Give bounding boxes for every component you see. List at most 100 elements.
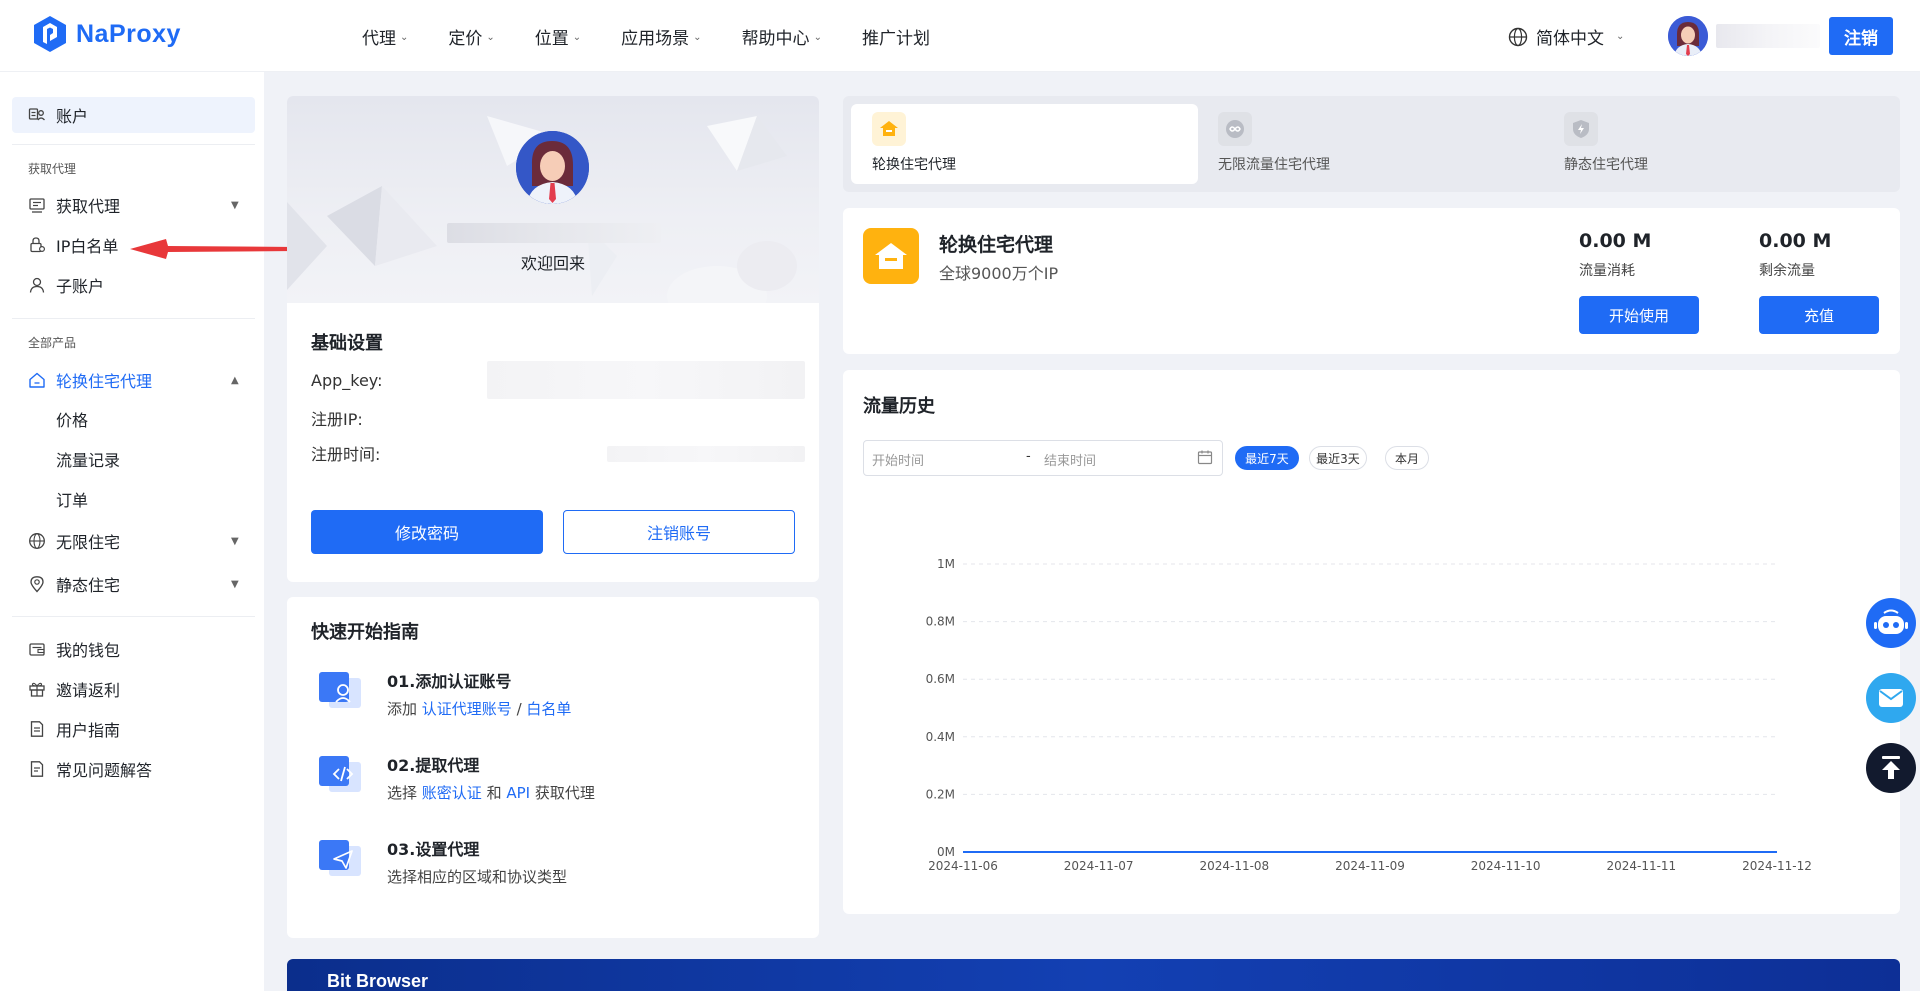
step-1-prefix: 添加 (387, 700, 422, 718)
sidebar-item-label: 轮换住宅代理 (56, 372, 153, 391)
tab-label: 静态住宅代理 (1564, 157, 1648, 173)
sidebar-subitem-traffic-records[interactable]: 流量记录 (0, 441, 264, 477)
y-tick-label: 0.8M (926, 615, 955, 629)
house-icon (863, 228, 919, 284)
register-time-value-redacted (607, 446, 805, 462)
language-selector[interactable]: 简体中文 ⌄ (1508, 24, 1624, 49)
robot-icon (1874, 609, 1908, 634)
end-date-input[interactable]: 结束时间 (1044, 450, 1096, 469)
traffic-history-title: 流量历史 (863, 396, 935, 417)
nav-proxy[interactable]: 代理 ⌄ (362, 24, 408, 49)
tab-rotating-residential[interactable]: 轮换住宅代理 (851, 104, 1198, 184)
step-2-title: 02.提取代理 (387, 756, 480, 775)
y-tick-label: 0.2M (926, 787, 955, 801)
sidebar-item-referral[interactable]: 邀请返利 (0, 671, 264, 707)
promo-banner[interactable]: Bit Browser (287, 959, 1900, 991)
step-3-desc: 选择相应的区域和协议类型 (387, 868, 568, 886)
sidebar-item-faq[interactable]: 常见问题解答 (0, 751, 264, 787)
profile-avatar[interactable] (516, 131, 589, 204)
nav-help-center[interactable]: 帮助中心 ⌄ (742, 24, 822, 49)
naproxy-logo-icon (34, 16, 66, 52)
sidebar-item-label: 用户指南 (56, 721, 121, 740)
nav-use-cases[interactable]: 应用场景 ⌄ (621, 24, 701, 49)
sidebar-section-all-products: 全部产品 (28, 336, 77, 350)
whitelist-link[interactable]: 白名单 (526, 700, 571, 718)
date-separator: - (1026, 449, 1031, 464)
password-auth-link[interactable]: 账密认证 (422, 784, 482, 802)
nav-affiliate[interactable]: 推广计划 (862, 24, 930, 49)
nav-locations-label: 位置 (534, 28, 569, 49)
filter-this-month[interactable]: 本月 (1385, 446, 1429, 470)
sidebar-item-label: 价格 (56, 411, 89, 430)
sidebar-subitem-price[interactable]: 价格 (0, 401, 264, 437)
nav-locations[interactable]: 位置 ⌄ (535, 24, 581, 49)
mail-icon (1879, 689, 1903, 707)
x-tick-label: 2024-11-07 (1064, 859, 1134, 873)
start-using-button[interactable]: 开始使用 (1579, 296, 1699, 334)
send-icon (319, 840, 361, 876)
chevron-down-icon: ⌄ (486, 31, 495, 43)
sidebar-item-static-residential[interactable]: 静态住宅 ▼ (0, 566, 264, 602)
date-range-picker[interactable]: 开始时间 - 结束时间 (863, 440, 1223, 476)
home-icon (28, 371, 46, 389)
api-link[interactable]: API (506, 784, 530, 802)
email-button[interactable] (1866, 673, 1916, 723)
recharge-button[interactable]: 充值 (1759, 296, 1879, 334)
sidebar-item-user-guide[interactable]: 用户指南 (0, 711, 264, 747)
filter-last-7-days[interactable]: 最近7天 (1235, 446, 1299, 470)
filter-last-3-days[interactable]: 最近3天 (1309, 446, 1367, 470)
sidebar-item-label: IP白名单 (56, 237, 119, 256)
sidebar-item-wallet[interactable]: 我的钱包 (0, 631, 264, 667)
main-nav: 代理 ⌄ 定价 ⌄ 位置 ⌄ 应用场景 ⌄ 帮助中心 ⌄ 推广计划 (362, 0, 970, 72)
sidebar-item-label: 流量记录 (56, 451, 121, 470)
start-date-input[interactable]: 开始时间 (872, 450, 924, 469)
username-redacted (1716, 24, 1820, 48)
sidebar-item-unlimited-residential[interactable]: 无限住宅 ▼ (0, 523, 264, 559)
step-2-suffix: 获取代理 (530, 784, 595, 802)
back-to-top-button[interactable] (1866, 743, 1916, 793)
sidebar-item-get-proxy[interactable]: 获取代理 ▼ (0, 187, 264, 223)
account-icon (28, 106, 46, 124)
sidebar-item-label: 订单 (56, 491, 89, 510)
sidebar-item-rotating-residential[interactable]: 轮换住宅代理 ▲ (0, 362, 264, 398)
document-icon (28, 720, 46, 738)
top-navbar: NaProxy 代理 ⌄ 定价 ⌄ 位置 ⌄ 应用场景 ⌄ 帮助中心 ⌄ 推广计划 简体中… (0, 0, 1920, 72)
step-2-prefix: 选择 (387, 784, 422, 802)
product-info-card: 轮换住宅代理 全球9000万个IP 0.00 M 流量消耗 0.00 M 剩余流… (843, 208, 1900, 354)
x-tick-label: 2024-11-11 (1606, 859, 1676, 873)
sidebar-section-get-proxy: 获取代理 (28, 162, 77, 176)
user-avatar[interactable] (1668, 16, 1708, 56)
chevron-down-icon: ⌄ (1616, 31, 1625, 42)
sidebar-subitem-orders[interactable]: 订单 (0, 481, 264, 517)
logout-button[interactable]: 注销 (1829, 17, 1893, 55)
annotation-arrow-icon (130, 239, 296, 259)
caret-up-icon: ▲ (231, 374, 239, 386)
sidebar-item-label: 常见问题解答 (56, 761, 153, 780)
auth-proxy-account-link[interactable]: 认证代理账号 (422, 700, 512, 718)
logo[interactable]: NaProxy (32, 14, 181, 54)
avatar-icon (516, 131, 589, 204)
nav-affiliate-label: 推广计划 (861, 28, 930, 49)
tab-static-residential[interactable]: 静态住宅代理 (1543, 104, 1890, 184)
x-tick-label: 2024-11-08 (1199, 859, 1269, 873)
chatbot-button[interactable] (1866, 598, 1916, 648)
basic-settings-title: 基础设置 (311, 333, 383, 354)
infinity-icon (1218, 112, 1252, 146)
welcome-text: 欢迎回来 (520, 254, 585, 273)
delete-account-button[interactable]: 注销账号 (563, 510, 795, 554)
change-password-button[interactable]: 修改密码 (311, 510, 543, 554)
sidebar-item-label: 无限住宅 (56, 533, 121, 552)
tab-unlimited-residential[interactable]: 无限流量住宅代理 (1197, 104, 1544, 184)
sidebar-item-account[interactable]: 账户 (0, 97, 264, 133)
caret-down-icon: ▼ (231, 535, 239, 547)
sidebar-item-label: 我的钱包 (56, 641, 121, 660)
traffic-remaining-label: 剩余流量 (1759, 263, 1815, 279)
chevron-down-icon: ⌄ (813, 31, 822, 43)
traffic-history-card: 流量历史 开始时间 - 结束时间 最近7天 最近3天 本月 0M 0.2M 0.4M… (843, 370, 1900, 914)
calendar-icon[interactable] (1197, 449, 1213, 465)
nav-pricing[interactable]: 定价 ⌄ (448, 24, 494, 49)
app-key-value-redacted (487, 361, 805, 399)
chevron-down-icon: ⌄ (572, 31, 582, 43)
location-pin-icon (28, 575, 46, 593)
sidebar-item-sub-account[interactable]: 子账户 (0, 267, 264, 303)
